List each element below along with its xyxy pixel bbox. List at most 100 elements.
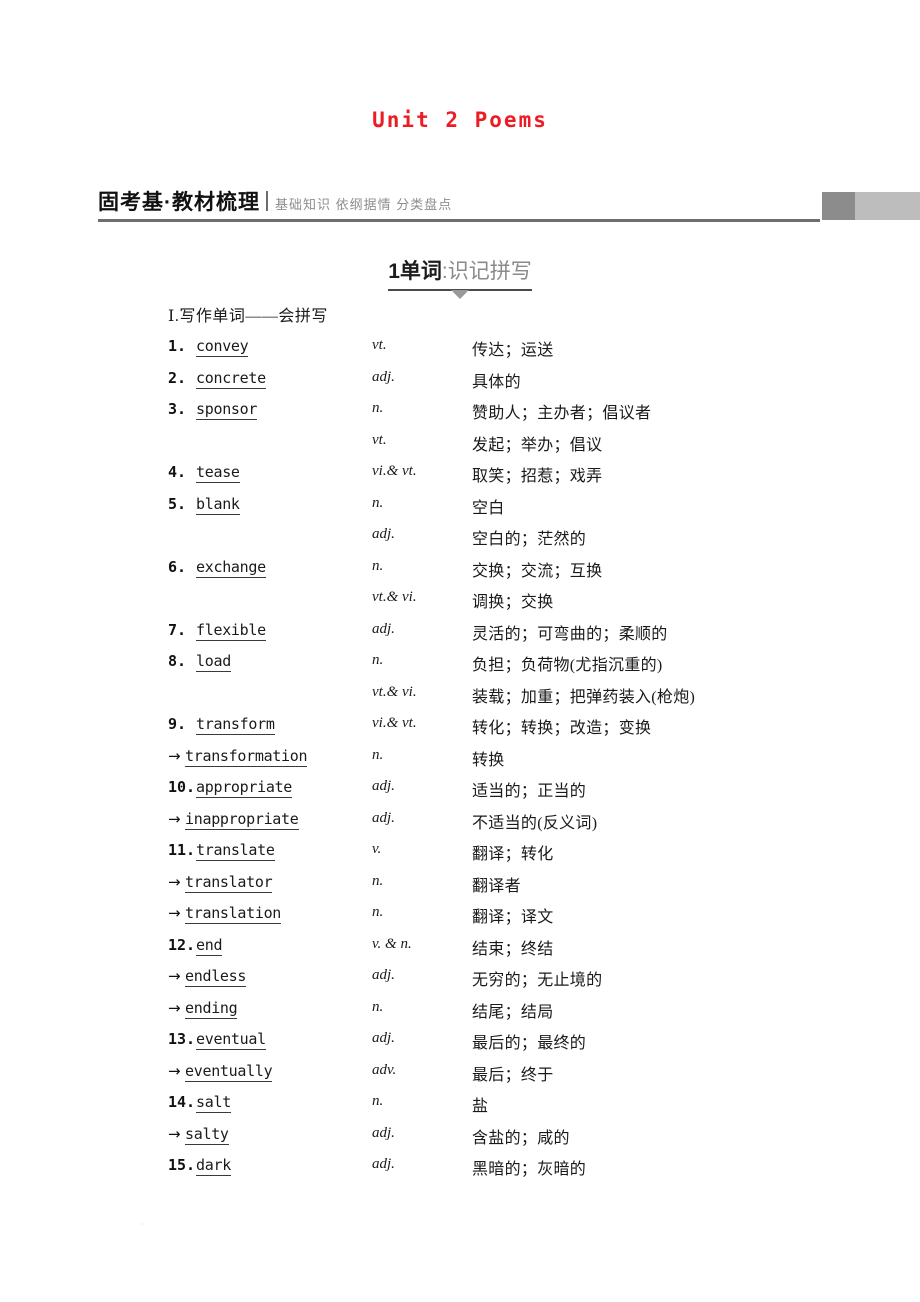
word-entry-meaning: 黑暗的；灰暗的: [472, 1161, 587, 1178]
word-entry-term: appropriate: [196, 778, 293, 798]
word-entry-row: 9. transform vi.& vt. 转化；转换；改造；变换: [168, 712, 868, 744]
word-list: 1. convey vt. 传达；运送 2. concrete adj. 具体的 3. spons…: [168, 334, 868, 1185]
word-entry-term: endless: [185, 967, 247, 987]
word-entry-meaning: 装载；加重；把弹药装入(枪炮): [472, 688, 696, 706]
word-entry-number: 13.: [168, 1030, 196, 1048]
word-entry-row: 1. convey vt. 传达；运送: [168, 334, 868, 366]
word-entry-meaning: 空白的；茫然的: [472, 531, 587, 548]
word-entry-number: 4.: [168, 463, 187, 481]
word-entry-part-of-speech: adj.: [372, 1156, 395, 1172]
word-entry-part-of-speech: adj.: [372, 778, 395, 794]
word-entry-meaning: 传达；运送: [472, 342, 554, 359]
word-entry-term: translation: [185, 904, 282, 924]
word-entry-part-of-speech: adj.: [372, 967, 395, 983]
word-entry-number: 11.: [168, 841, 196, 859]
word-entry-row: adj. 空白的；茫然的: [168, 523, 868, 555]
word-entry-row: 14. salt n. 盐: [168, 1090, 868, 1122]
word-entry-meaning: 发起；举办；倡议: [472, 436, 603, 454]
word-entry-term: transform: [196, 715, 275, 735]
word-entry-number: 1.: [168, 337, 187, 355]
word-entry-term: sponsor: [196, 400, 258, 420]
word-entry-row: 15. dark adj. 黑暗的；灰暗的: [168, 1153, 868, 1185]
word-entry-row: 2. concrete adj. 具体的: [168, 366, 868, 398]
word-entry-meaning: 赞助人；主办者；倡议者: [472, 405, 652, 422]
word-entry-row: → salty adj. 含盐的；咸的: [168, 1122, 868, 1154]
word-entry-row: → inappropriate adj. 不适当的(反义词): [168, 807, 868, 839]
word-entry-row: 10. appropriate adj. 适当的；正当的: [168, 775, 868, 807]
word-entry-meaning: 翻译；译文: [472, 909, 554, 926]
word-entry-number: 12.: [168, 935, 196, 954]
section-number: 1: [388, 260, 400, 283]
word-entry-term: end: [196, 935, 223, 956]
derived-arrow-icon: →: [168, 904, 181, 922]
word-entry-term: translate: [196, 841, 275, 861]
word-entry-term: translator: [185, 872, 273, 893]
word-entry-number: 2.: [168, 368, 187, 387]
word-entry-number: 3.: [168, 400, 187, 418]
word-entry-part-of-speech: vt.& vi.: [372, 589, 417, 605]
word-entry-meaning: 结尾；结局: [472, 1003, 554, 1021]
derived-arrow-icon: →: [168, 1061, 181, 1080]
part-label: Ⅰ.写作单词——会拼写: [168, 308, 328, 325]
word-entry-row: → transformation n. 转换: [168, 744, 868, 776]
word-entry-part-of-speech: n.: [372, 652, 384, 668]
word-entry-meaning: 空白: [472, 499, 505, 517]
word-entry-row: vt.& vi. 调换；交换: [168, 586, 868, 618]
header-title: 固考基·教材梳理: [98, 191, 260, 214]
word-entry-meaning: 灵活的；可弯曲的；柔顺的: [472, 625, 668, 643]
header-heading-group: 固考基·教材梳理 基础知识 依纲据情 分类盘点: [98, 186, 452, 216]
word-entry-part-of-speech: v. & n.: [372, 935, 412, 952]
word-entry-number: 5.: [168, 494, 187, 513]
word-entry-term: inappropriate: [185, 809, 299, 830]
chevron-down-icon: [451, 290, 469, 299]
word-entry-meaning: 交换；交流；互换: [472, 562, 603, 580]
page-artifact-mark: ··: [140, 1220, 146, 1229]
header-subtitle: 基础知识 依纲据情 分类盘点: [275, 197, 453, 212]
word-entry-part-of-speech: n.: [372, 400, 384, 416]
word-entry-meaning: 翻译者: [472, 877, 521, 895]
derived-arrow-icon: →: [168, 998, 181, 1017]
word-entry-meaning: 转换: [472, 751, 505, 769]
word-entry-meaning: 最后；终于: [472, 1066, 554, 1084]
word-entry-row: vt. 发起；举办；倡议: [168, 429, 868, 461]
word-entry-meaning: 盐: [472, 1098, 489, 1115]
word-entry-part-of-speech: adj.: [372, 368, 395, 385]
word-entry-number: 14.: [168, 1093, 196, 1111]
word-entry-part-of-speech: vt.: [372, 431, 387, 448]
word-entry-meaning: 取笑；招惹；戏弄: [472, 468, 603, 485]
word-entry-part-of-speech: adv.: [372, 1061, 397, 1078]
word-entry-number: 15.: [168, 1156, 196, 1174]
word-entry-part-of-speech: v.: [372, 841, 382, 857]
section-header-band: 固考基·教材梳理 基础知识 依纲据情 分类盘点: [98, 186, 920, 222]
word-entry-part-of-speech: n.: [372, 494, 384, 511]
word-entry-term: exchange: [196, 557, 266, 578]
word-entry-part-of-speech: adj.: [372, 620, 395, 637]
word-entry-term: load: [196, 652, 231, 672]
word-entry-term: tease: [196, 463, 240, 483]
word-entry-row: 13. eventual adj. 最后的；最终的: [168, 1027, 868, 1059]
section-strong-label: 单词: [399, 260, 442, 283]
derived-arrow-icon: →: [168, 1124, 181, 1143]
word-entry-meaning: 含盐的；咸的: [472, 1129, 570, 1147]
word-entry-term: eventual: [196, 1030, 266, 1050]
word-entry-term: blank: [196, 494, 240, 515]
header-decoration-block: [822, 192, 920, 220]
derived-arrow-icon: →: [168, 809, 181, 828]
word-entry-term: transformation: [185, 746, 308, 767]
word-entry-row: 3. sponsor n. 赞助人；主办者；倡议者: [168, 397, 868, 429]
section-light-label: :识记拼写: [441, 260, 532, 283]
word-entry-number: 7.: [168, 620, 187, 639]
word-entry-row: → endless adj. 无穷的；无止境的: [168, 964, 868, 996]
word-entry-part-of-speech: vt.& vi.: [372, 683, 417, 700]
derived-arrow-icon: →: [168, 967, 181, 985]
header-block-light-segment: [855, 192, 920, 220]
derived-arrow-icon: →: [168, 746, 181, 765]
word-entry-part-of-speech: vt.: [372, 337, 387, 353]
word-entry-meaning: 最后的；最终的: [472, 1035, 587, 1052]
word-entry-row: → translation n. 翻译；译文: [168, 901, 868, 933]
word-entry-part-of-speech: adj.: [372, 809, 395, 826]
word-entry-term: eventually: [185, 1061, 273, 1082]
word-entry-part-of-speech: vi.& vt.: [372, 715, 417, 731]
word-entry-number: 10.: [168, 778, 196, 796]
word-entry-term: salty: [185, 1124, 229, 1145]
